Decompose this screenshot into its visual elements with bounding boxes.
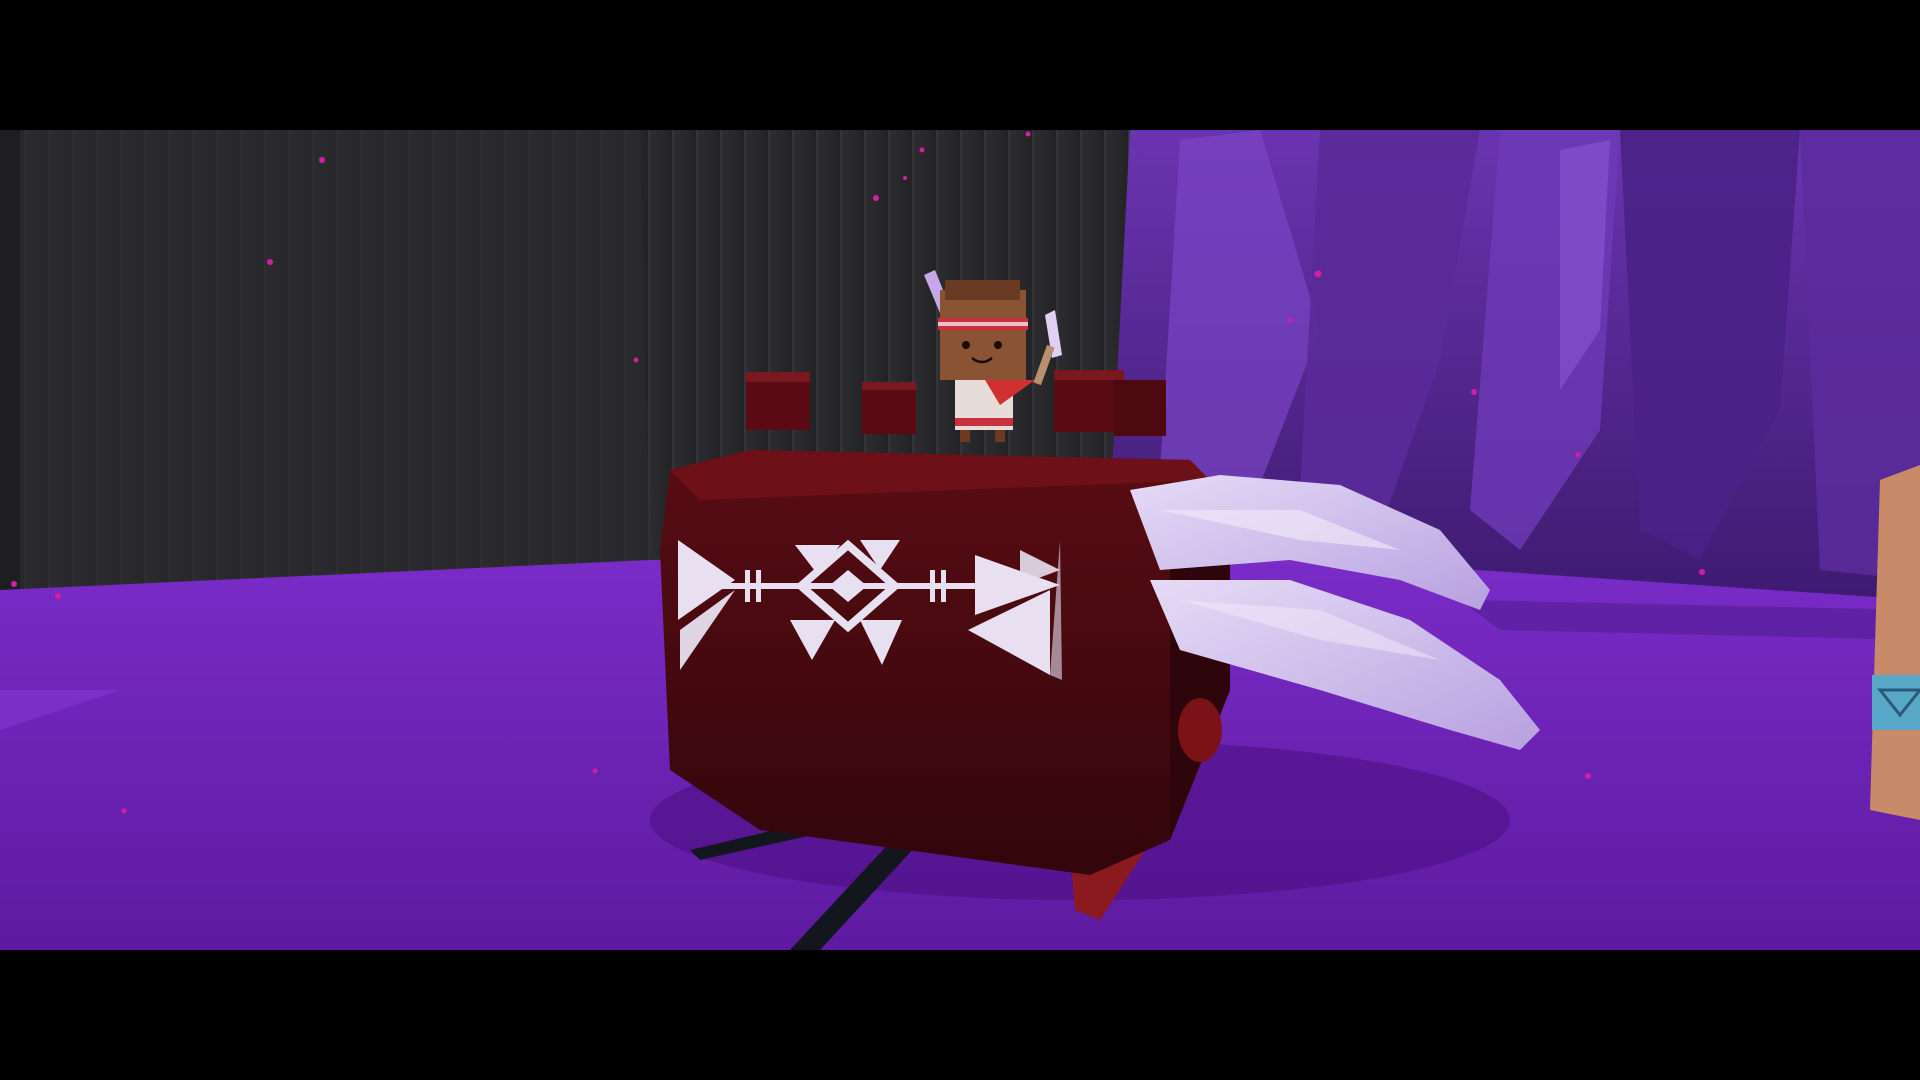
letterbox-top <box>0 0 1920 130</box>
letterbox-bottom <box>0 950 1920 1080</box>
game-viewport[interactable] <box>0 130 1920 950</box>
scene-render <box>0 130 1920 950</box>
game-screen <box>0 0 1920 1080</box>
